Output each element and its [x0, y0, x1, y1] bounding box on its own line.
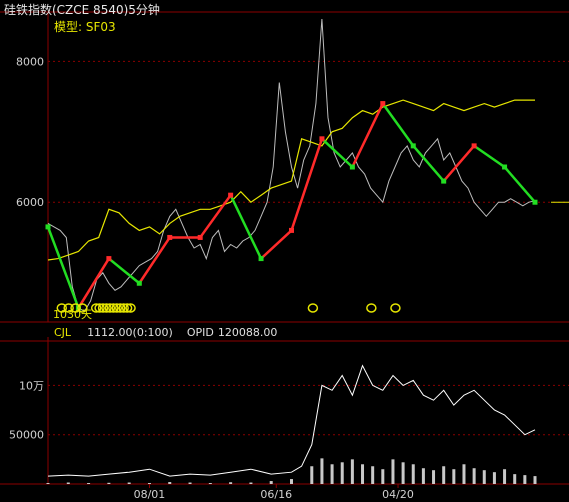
volume-bar — [330, 464, 334, 484]
price-y-tick-label: 6000 — [16, 196, 44, 209]
x-tick-label: 08/01 — [134, 488, 166, 501]
window-title: 硅铁指数(CZCE 8540)5分钟 — [4, 3, 160, 17]
volume-bar — [401, 462, 405, 484]
trend-up-segment — [442, 145, 476, 182]
opid-value: 120088.00 — [217, 326, 278, 339]
volume-bar — [523, 475, 527, 484]
volume-bar — [513, 474, 517, 484]
price-y-tick-label: 8000 — [16, 55, 44, 68]
volume-info-bar: CJL 1112.00(0:100) OPID 120088.00 — [54, 326, 277, 339]
volume-y-axis: 10万 50000 — [9, 379, 44, 441]
volume-panel-frame — [0, 337, 569, 485]
trend-up-segment — [138, 236, 171, 284]
volume-bar — [107, 482, 111, 484]
trend-up-segment — [351, 103, 384, 168]
trend-point — [167, 234, 173, 240]
trend-down-segment — [321, 137, 354, 168]
price-series-group — [45, 18, 538, 313]
volume-bar — [87, 483, 91, 484]
price-y-axis: 8000 6000 — [16, 55, 44, 209]
trend-down-segment — [503, 166, 536, 204]
volume-bar — [188, 482, 192, 484]
volume-bar — [462, 464, 466, 484]
volume-bar — [208, 483, 212, 484]
trend-down-segment — [412, 145, 445, 182]
signal-dot — [307, 303, 319, 313]
volume-bar — [269, 481, 273, 484]
opid-line-group — [47, 364, 536, 477]
duration-label: 1030天 — [53, 308, 92, 321]
trend-point — [136, 280, 142, 286]
trend-point — [106, 256, 112, 262]
volume-bar — [503, 469, 507, 484]
volume-bar — [482, 470, 486, 484]
signal-dot — [390, 303, 401, 313]
x-axis: 08/01 06/16 04/20 — [134, 484, 414, 501]
trend-point — [289, 227, 294, 233]
trend-up-segment — [199, 194, 232, 239]
signal-dot-row — [56, 303, 401, 313]
volume-bar — [432, 470, 436, 484]
volume-bars — [46, 458, 537, 484]
opid-label: OPID — [186, 326, 214, 339]
price-panel-frame — [0, 11, 569, 323]
volume-bar — [229, 482, 233, 484]
volume-bar — [411, 464, 415, 484]
trend-point — [532, 199, 538, 205]
volume-bar — [472, 468, 476, 484]
volume-bar — [168, 482, 172, 484]
trend-up-segment — [260, 229, 293, 260]
volume-bar — [310, 466, 314, 484]
volume-bar — [350, 459, 354, 484]
volume-bar — [452, 469, 456, 484]
chart-canvas: 8000 6000 10万 50000 08/01 06/16 04/20 — [0, 11, 569, 501]
trend-point — [502, 164, 508, 170]
trend-up-segment — [77, 257, 110, 309]
volume-indicator-name: CJL — [54, 326, 72, 339]
volume-indicator-value: 1112.00(0:100) — [87, 326, 173, 339]
trend-down-segment — [381, 102, 415, 147]
trend-point — [441, 178, 447, 184]
volume-bar — [340, 462, 344, 484]
volume-grid — [48, 384, 569, 436]
volume-y-tick-label: 50000 — [9, 429, 44, 442]
volume-y-tick-label: 10万 — [19, 379, 44, 392]
volume-bar — [320, 458, 324, 484]
volume-bar — [46, 483, 50, 484]
model-label: 模型: SF03 — [54, 20, 116, 34]
volume-bar — [127, 482, 131, 484]
trend-point — [380, 101, 386, 107]
volume-bar — [66, 482, 70, 484]
volume-bar — [391, 459, 395, 484]
volume-bar — [361, 464, 365, 484]
volume-bar — [147, 483, 151, 484]
trend-point — [258, 256, 264, 262]
trend-point — [410, 143, 416, 149]
trend-point — [197, 234, 203, 240]
opid-line — [47, 364, 536, 477]
x-tick-label: 06/16 — [260, 488, 292, 501]
trend-point — [319, 136, 325, 142]
volume-bar — [442, 466, 446, 484]
trend-down-segment — [473, 144, 506, 169]
volume-bar — [421, 468, 425, 484]
volume-bar — [249, 482, 253, 484]
volume-bar — [371, 466, 375, 484]
signal-dot — [366, 303, 377, 313]
trend-point — [228, 192, 234, 198]
volume-bar — [290, 479, 293, 484]
trend-down-segment — [46, 226, 80, 309]
trend-point — [45, 224, 51, 230]
volume-bar — [381, 469, 385, 484]
trend-point — [349, 164, 355, 170]
x-tick-label: 04/20 — [382, 488, 414, 501]
volume-bar — [492, 472, 496, 484]
volume-bar — [533, 476, 537, 484]
trend-point — [471, 143, 477, 149]
